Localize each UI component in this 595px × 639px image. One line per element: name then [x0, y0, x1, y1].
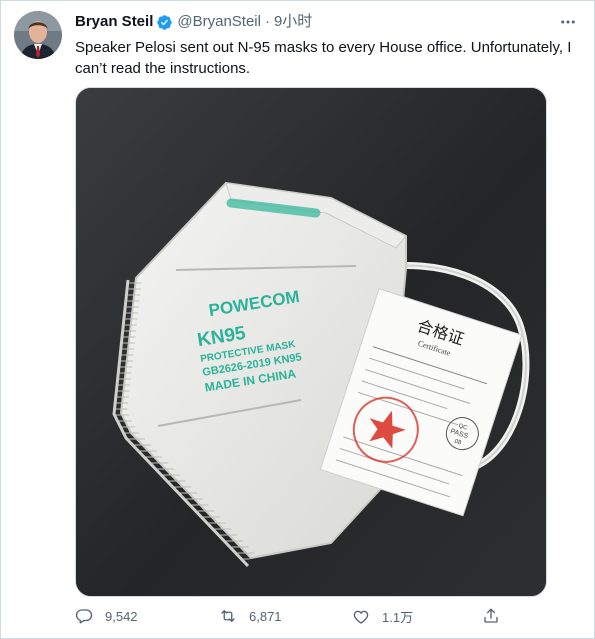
reply-button[interactable]: 9,542 [75, 607, 138, 625]
tweet-header: Bryan Steil @BryanSteil · 9小时 [75, 13, 312, 31]
author-name[interactable]: Bryan Steil [75, 13, 153, 31]
tweet-timestamp[interactable]: 9小时 [274, 13, 312, 31]
tweet-text: Speaker Pelosi sent out N-95 masks to ev… [75, 39, 572, 77]
avatar[interactable] [14, 11, 62, 59]
avatar-image [14, 11, 62, 59]
separator-dot: · [264, 13, 270, 30]
reply-count: 9,542 [105, 608, 138, 624]
retweet-button[interactable]: 6,871 [219, 607, 282, 625]
reply-icon [75, 609, 93, 624]
tweet-photo[interactable]: POWECOM KN95 PROTECTIVE MASK GB2626-2019… [75, 87, 547, 597]
more-options-icon[interactable] [558, 13, 578, 31]
share-button[interactable] [482, 607, 500, 625]
share-icon [484, 608, 498, 623]
like-icon [353, 610, 369, 624]
mask-photo: POWECOM KN95 PROTECTIVE MASK GB2626-2019… [76, 88, 546, 596]
like-button[interactable]: 1.1万 [352, 607, 413, 626]
retweet-icon [221, 610, 235, 622]
tweet-actions: 9,542 6,871 1.1万 [75, 607, 515, 633]
like-count: 1.1万 [382, 610, 414, 625]
author-handle[interactable]: @BryanSteil [177, 13, 261, 31]
retweet-count: 6,871 [249, 608, 282, 624]
verified-badge-icon [156, 14, 173, 31]
tweet-card[interactable]: Bryan Steil @BryanSteil · 9小时 Speaker Pe… [0, 0, 595, 639]
